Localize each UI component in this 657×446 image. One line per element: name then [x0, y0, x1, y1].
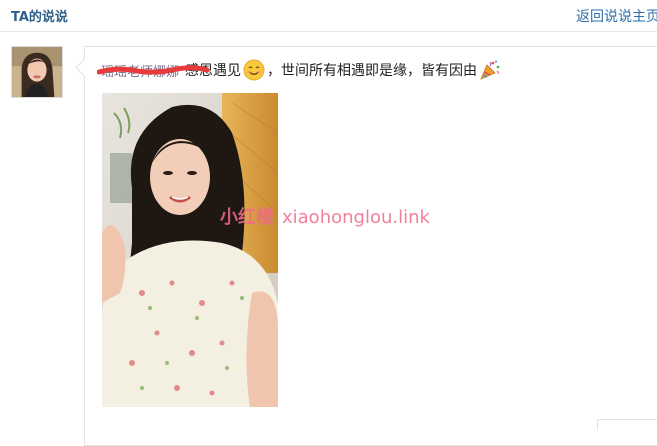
page-header: TA的说说 返回说说主页: [0, 0, 657, 32]
watermark-url: xiaohonglou.link: [282, 207, 430, 228]
smile-emoji-icon: [243, 59, 265, 81]
post-author[interactable]: 瑶瑶老师娜娜: [97, 61, 209, 80]
watermark: 小红楼 xiaohonglou.link: [220, 203, 430, 229]
avatar[interactable]: [11, 46, 63, 98]
post-photo[interactable]: [102, 93, 278, 407]
party-popper-emoji-icon: [479, 59, 501, 81]
back-to-home-link[interactable]: 返回说说主页: [576, 6, 657, 26]
watermark-chinese: 小红楼: [220, 207, 274, 228]
card-pointer: [75, 58, 94, 77]
page-title: TA的说说: [11, 10, 68, 25]
post-card: 瑶瑶老师娜娜 感恩遇见 ，世间所有相遇即是缘，皆有因由 小红楼 xiaohong…: [75, 46, 657, 446]
redaction-scribble: [97, 64, 209, 75]
post-content: 瑶瑶老师娜娜 感恩遇见 ，世间所有相遇即是缘，皆有因由: [97, 56, 501, 84]
post-text-part-2: ，世间所有相遇即是缘，皆有因由: [267, 63, 478, 79]
